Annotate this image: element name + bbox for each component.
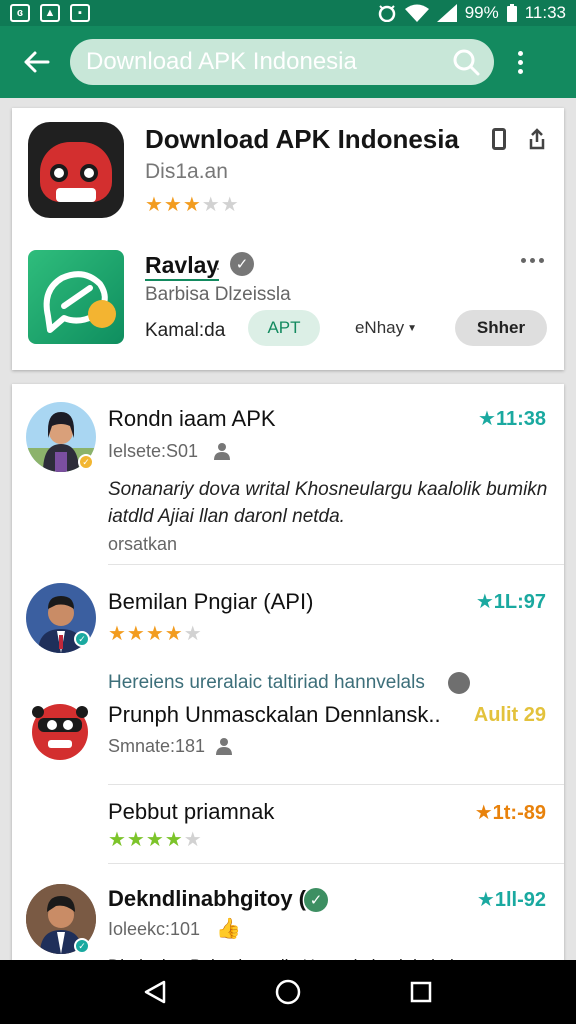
review-body: Sonanariy dova writal Khosneulargu kaalo…: [108, 479, 548, 527]
app-title[interactable]: Ravlay: [145, 252, 220, 281]
featured-apps-card: Download APK Indonesia Dis1a.an ★★★★★ Ra…: [12, 108, 564, 370]
review-meta: Ioleekc:101: [108, 919, 201, 939]
section-heading: Hereiens ureralaic taltiriad hannvelals: [108, 672, 425, 693]
clock: 11:33: [524, 3, 566, 22]
thumbs-up-icon: 👍: [216, 918, 241, 940]
review-stars: ★★★★★: [108, 829, 203, 851]
signal-icon: [436, 4, 457, 22]
app-icon-ravlay[interactable]: [28, 250, 124, 344]
review-rating: ★1t:-89: [474, 802, 546, 824]
search-bar[interactable]: [70, 39, 494, 85]
notification-icon: ɞ: [10, 4, 30, 22]
list-item[interactable]: ✓ Dekndlinabhgitoy ( ✓ ★1ll-92 Ioleekc:1…: [12, 864, 564, 974]
more-horiz-icon[interactable]: [521, 258, 544, 263]
nav-back-icon[interactable]: [143, 979, 167, 1005]
user-icon: [216, 738, 232, 755]
review-meta: Ielsete:S01: [108, 441, 199, 461]
verified-badge-icon: ✓: [78, 454, 94, 470]
chevron-down-icon: ▼: [407, 322, 418, 334]
image-notification-icon: ▲: [40, 4, 60, 22]
dropdown-label: eNhay: [354, 318, 405, 337]
app-rating-stars: ★★★★★: [145, 194, 240, 216]
review-rating: Aulit 29: [473, 704, 546, 726]
alarm-icon: [378, 5, 395, 22]
app-title[interactable]: Download APK Indonesia: [145, 124, 459, 155]
app-bar: [0, 26, 576, 98]
apt-chip[interactable]: APT: [248, 310, 320, 346]
review-title: Rondn iaam APK: [108, 406, 276, 431]
separator: ·: [215, 258, 221, 278]
phone-icon[interactable]: [492, 128, 506, 150]
list-item[interactable]: Pebbut priamnak ★1t:-89 ★★★★★: [12, 785, 564, 863]
share-button[interactable]: Shher: [455, 310, 547, 346]
info-icon[interactable]: [448, 672, 470, 694]
list-item[interactable]: ✓ Bemilan Pngiar (API) ★1L:97 ★★★★★: [12, 565, 564, 657]
status-bar: ɞ ▲ ▪ 99% 11:33: [0, 0, 576, 26]
navigation-bar: [0, 960, 576, 1024]
review-rating: ★11:38: [478, 408, 546, 430]
review-note: orsatkan: [108, 534, 178, 554]
app-label: Kamal:da: [145, 320, 226, 341]
app-subtitle: Dis1a.an: [145, 160, 228, 183]
app-icon-mascot: [30, 700, 90, 760]
verified-icon: ✓: [230, 252, 254, 276]
review-rating: ★1ll-92: [476, 889, 546, 911]
review-title: Pebbut priamnak: [108, 799, 275, 824]
reviews-card: ✓ Rondn iaam APK ★11:38 Ielsete:S01 Sona…: [12, 384, 564, 974]
list-item[interactable]: ✓ Rondn iaam APK ★11:38 Ielsete:S01 Sona…: [12, 384, 564, 564]
verified-icon: ✓: [304, 888, 328, 912]
review-title: Prunph Unmasckalan Dennlansk..: [108, 702, 441, 727]
review-title: Dekndlinabhgitoy (: [108, 886, 306, 911]
battery-percent: 99%: [464, 3, 499, 22]
notification-icons: ɞ ▲ ▪: [10, 4, 90, 22]
battery-icon: [506, 4, 517, 22]
back-arrow-icon: [24, 51, 50, 73]
app-notification-icon: ▪: [70, 4, 90, 22]
app-subtitle: Barbisa Dlzeissla: [145, 284, 291, 305]
search-input[interactable]: [86, 48, 452, 76]
dropdown-chip[interactable]: eNhay ▼: [342, 310, 430, 346]
review-rating: ★1L:97: [475, 591, 546, 613]
list-item[interactable]: Prunph Unmasckalan Dennlansk.. Aulit 29 …: [12, 700, 564, 784]
nav-home-icon[interactable]: [274, 978, 302, 1006]
more-vert-icon[interactable]: [508, 40, 532, 84]
verified-badge-icon: ✓: [74, 938, 90, 954]
wifi-icon: [404, 4, 429, 22]
review-title: Bemilan Pngiar (API): [108, 589, 314, 614]
back-button[interactable]: [14, 40, 58, 84]
review-meta: Smnate:181: [108, 736, 206, 756]
nav-recent-icon[interactable]: [409, 980, 433, 1004]
share-icon[interactable]: [529, 128, 545, 150]
user-icon: [214, 443, 230, 460]
review-stars: ★★★★★: [108, 623, 203, 645]
search-icon[interactable]: [452, 48, 480, 76]
app-icon-download-apk[interactable]: [28, 122, 124, 218]
verified-badge-icon: ✓: [74, 631, 90, 647]
